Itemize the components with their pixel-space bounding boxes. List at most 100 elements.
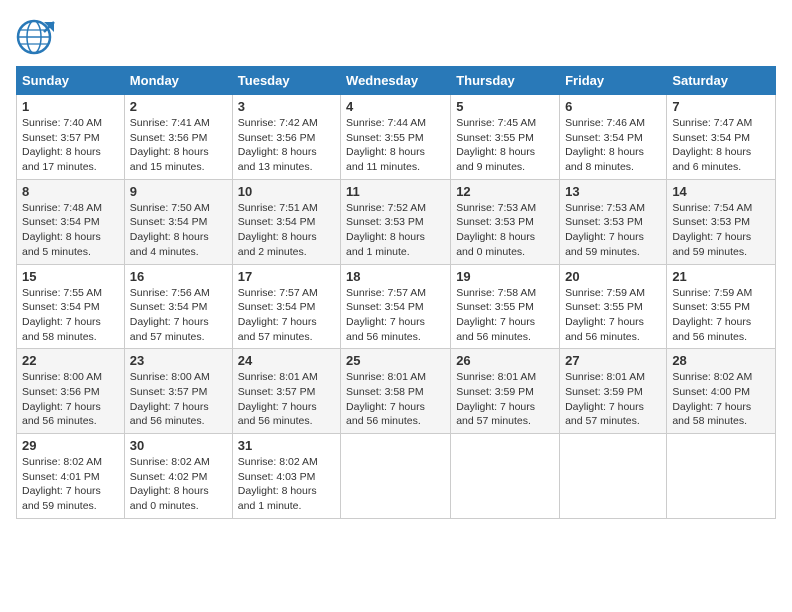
day-cell: 9 Sunrise: 7:50 AMSunset: 3:54 PMDaylight… — [124, 179, 232, 264]
day-cell: 13 Sunrise: 7:53 AMSunset: 3:53 PMDayligh… — [560, 179, 667, 264]
empty-day-cell — [560, 434, 667, 519]
day-cell: 23 Sunrise: 8:00 AMSunset: 3:57 PMDayligh… — [124, 349, 232, 434]
day-number: 25 — [346, 353, 445, 368]
day-number: 12 — [456, 184, 554, 199]
day-info: Sunrise: 7:44 AMSunset: 3:55 PMDaylight:… — [346, 116, 445, 175]
day-info: Sunrise: 8:01 AMSunset: 3:57 PMDaylight:… — [238, 370, 335, 429]
day-cell: 25 Sunrise: 8:01 AMSunset: 3:58 PMDayligh… — [341, 349, 451, 434]
day-of-week-header: Tuesday — [232, 67, 340, 95]
day-info: Sunrise: 7:59 AMSunset: 3:55 PMDaylight:… — [565, 286, 661, 345]
day-info: Sunrise: 8:02 AMSunset: 4:01 PMDaylight:… — [22, 455, 119, 514]
day-number: 19 — [456, 269, 554, 284]
day-number: 5 — [456, 99, 554, 114]
day-number: 8 — [22, 184, 119, 199]
day-info: Sunrise: 7:57 AMSunset: 3:54 PMDaylight:… — [238, 286, 335, 345]
day-info: Sunrise: 7:58 AMSunset: 3:55 PMDaylight:… — [456, 286, 554, 345]
day-info: Sunrise: 7:47 AMSunset: 3:54 PMDaylight:… — [672, 116, 770, 175]
day-cell: 10Sunrise: 7:51 AMSunset: 3:54 PMDayligh… — [232, 179, 340, 264]
day-cell: 4 Sunrise: 7:44 AMSunset: 3:55 PMDaylight… — [341, 95, 451, 180]
day-number: 26 — [456, 353, 554, 368]
day-number: 29 — [22, 438, 119, 453]
day-cell: 19 Sunrise: 7:58 AMSunset: 3:55 PMDayligh… — [451, 264, 560, 349]
day-number: 2 — [130, 99, 227, 114]
day-cell: 8 Sunrise: 7:48 AMSunset: 3:54 PMDaylight… — [17, 179, 125, 264]
day-cell: 12 Sunrise: 7:53 AMSunset: 3:53 PMDayligh… — [451, 179, 560, 264]
day-number: 23 — [130, 353, 227, 368]
day-info: Sunrise: 7:55 AMSunset: 3:54 PMDaylight:… — [22, 286, 119, 345]
day-info: Sunrise: 8:01 AMSunset: 3:59 PMDaylight:… — [565, 370, 661, 429]
day-cell: 18 Sunrise: 7:57 AMSunset: 3:54 PMDayligh… — [341, 264, 451, 349]
day-info: Sunrise: 7:57 AMSunset: 3:54 PMDaylight:… — [346, 286, 445, 345]
day-info: Sunrise: 8:01 AMSunset: 3:59 PMDaylight:… — [456, 370, 554, 429]
day-info: Sunrise: 7:42 AMSunset: 3:56 PMDaylight:… — [238, 116, 335, 175]
day-cell: 17 Sunrise: 7:57 AMSunset: 3:54 PMDayligh… — [232, 264, 340, 349]
day-cell: 1 Sunrise: 7:40 AMSunset: 3:57 PMDaylight… — [17, 95, 125, 180]
day-of-week-header: Sunday — [17, 67, 125, 95]
day-cell: 29 Sunrise: 8:02 AMSunset: 4:01 PMDayligh… — [17, 434, 125, 519]
day-info: Sunrise: 8:00 AMSunset: 3:56 PMDaylight:… — [22, 370, 119, 429]
day-number: 13 — [565, 184, 661, 199]
day-cell: 24 Sunrise: 8:01 AMSunset: 3:57 PMDayligh… — [232, 349, 340, 434]
calendar-week-row: 8 Sunrise: 7:48 AMSunset: 3:54 PMDaylight… — [17, 179, 776, 264]
day-cell: 30 Sunrise: 8:02 AMSunset: 4:02 PMDayligh… — [124, 434, 232, 519]
day-cell: 11Sunrise: 7:52 AMSunset: 3:53 PMDayligh… — [341, 179, 451, 264]
day-cell: 16Sunrise: 7:56 AMSunset: 3:54 PMDayligh… — [124, 264, 232, 349]
day-info: Sunrise: 7:48 AMSunset: 3:54 PMDaylight:… — [22, 201, 119, 260]
calendar-week-row: 22Sunrise: 8:00 AMSunset: 3:56 PMDayligh… — [17, 349, 776, 434]
day-info: Sunrise: 7:59 AMSunset: 3:55 PMDaylight:… — [672, 286, 770, 345]
day-number: 24 — [238, 353, 335, 368]
day-number: 31 — [238, 438, 335, 453]
day-cell: 3Sunrise: 7:42 AMSunset: 3:56 PMDaylight… — [232, 95, 340, 180]
day-cell: 15 Sunrise: 7:55 AMSunset: 3:54 PMDayligh… — [17, 264, 125, 349]
day-info: Sunrise: 8:02 AMSunset: 4:00 PMDaylight:… — [672, 370, 770, 429]
day-info: Sunrise: 7:46 AMSunset: 3:54 PMDaylight:… — [565, 116, 661, 175]
calendar-week-row: 15 Sunrise: 7:55 AMSunset: 3:54 PMDayligh… — [17, 264, 776, 349]
day-cell: 5 Sunrise: 7:45 AMSunset: 3:55 PMDaylight… — [451, 95, 560, 180]
day-number: 30 — [130, 438, 227, 453]
day-number: 17 — [238, 269, 335, 284]
day-number: 11 — [346, 184, 445, 199]
day-number: 6 — [565, 99, 661, 114]
day-number: 15 — [22, 269, 119, 284]
day-cell: 2 Sunrise: 7:41 AMSunset: 3:56 PMDaylight… — [124, 95, 232, 180]
day-number: 20 — [565, 269, 661, 284]
day-cell: 27Sunrise: 8:01 AMSunset: 3:59 PMDayligh… — [560, 349, 667, 434]
logo — [16, 16, 58, 58]
day-info: Sunrise: 7:40 AMSunset: 3:57 PMDaylight:… — [22, 116, 119, 175]
day-info: Sunrise: 8:02 AMSunset: 4:03 PMDaylight:… — [238, 455, 335, 514]
day-of-week-header: Friday — [560, 67, 667, 95]
day-cell: 20 Sunrise: 7:59 AMSunset: 3:55 PMDayligh… — [560, 264, 667, 349]
day-number: 14 — [672, 184, 770, 199]
day-info: Sunrise: 8:02 AMSunset: 4:02 PMDaylight:… — [130, 455, 227, 514]
day-info: Sunrise: 8:01 AMSunset: 3:58 PMDaylight:… — [346, 370, 445, 429]
day-info: Sunrise: 7:45 AMSunset: 3:55 PMDaylight:… — [456, 116, 554, 175]
day-cell: 22Sunrise: 8:00 AMSunset: 3:56 PMDayligh… — [17, 349, 125, 434]
day-of-week-header: Thursday — [451, 67, 560, 95]
page-header — [16, 16, 776, 58]
day-cell: 7 Sunrise: 7:47 AMSunset: 3:54 PMDaylight… — [667, 95, 776, 180]
day-info: Sunrise: 7:41 AMSunset: 3:56 PMDaylight:… — [130, 116, 227, 175]
calendar-week-row: 1 Sunrise: 7:40 AMSunset: 3:57 PMDaylight… — [17, 95, 776, 180]
day-number: 1 — [22, 99, 119, 114]
day-number: 7 — [672, 99, 770, 114]
day-cell: 26 Sunrise: 8:01 AMSunset: 3:59 PMDayligh… — [451, 349, 560, 434]
day-cell: 6 Sunrise: 7:46 AMSunset: 3:54 PMDaylight… — [560, 95, 667, 180]
day-info: Sunrise: 7:54 AMSunset: 3:53 PMDaylight:… — [672, 201, 770, 260]
calendar-header-row: SundayMondayTuesdayWednesdayThursdayFrid… — [17, 67, 776, 95]
day-number: 9 — [130, 184, 227, 199]
day-number: 18 — [346, 269, 445, 284]
calendar-table: SundayMondayTuesdayWednesdayThursdayFrid… — [16, 66, 776, 519]
empty-day-cell — [341, 434, 451, 519]
day-info: Sunrise: 7:50 AMSunset: 3:54 PMDaylight:… — [130, 201, 227, 260]
day-info: Sunrise: 8:00 AMSunset: 3:57 PMDaylight:… — [130, 370, 227, 429]
day-number: 16 — [130, 269, 227, 284]
day-of-week-header: Saturday — [667, 67, 776, 95]
day-info: Sunrise: 7:51 AMSunset: 3:54 PMDaylight:… — [238, 201, 335, 260]
calendar-week-row: 29 Sunrise: 8:02 AMSunset: 4:01 PMDayligh… — [17, 434, 776, 519]
day-of-week-header: Monday — [124, 67, 232, 95]
empty-day-cell — [667, 434, 776, 519]
day-info: Sunrise: 7:53 AMSunset: 3:53 PMDaylight:… — [565, 201, 661, 260]
day-info: Sunrise: 7:53 AMSunset: 3:53 PMDaylight:… — [456, 201, 554, 260]
day-number: 4 — [346, 99, 445, 114]
day-number: 28 — [672, 353, 770, 368]
